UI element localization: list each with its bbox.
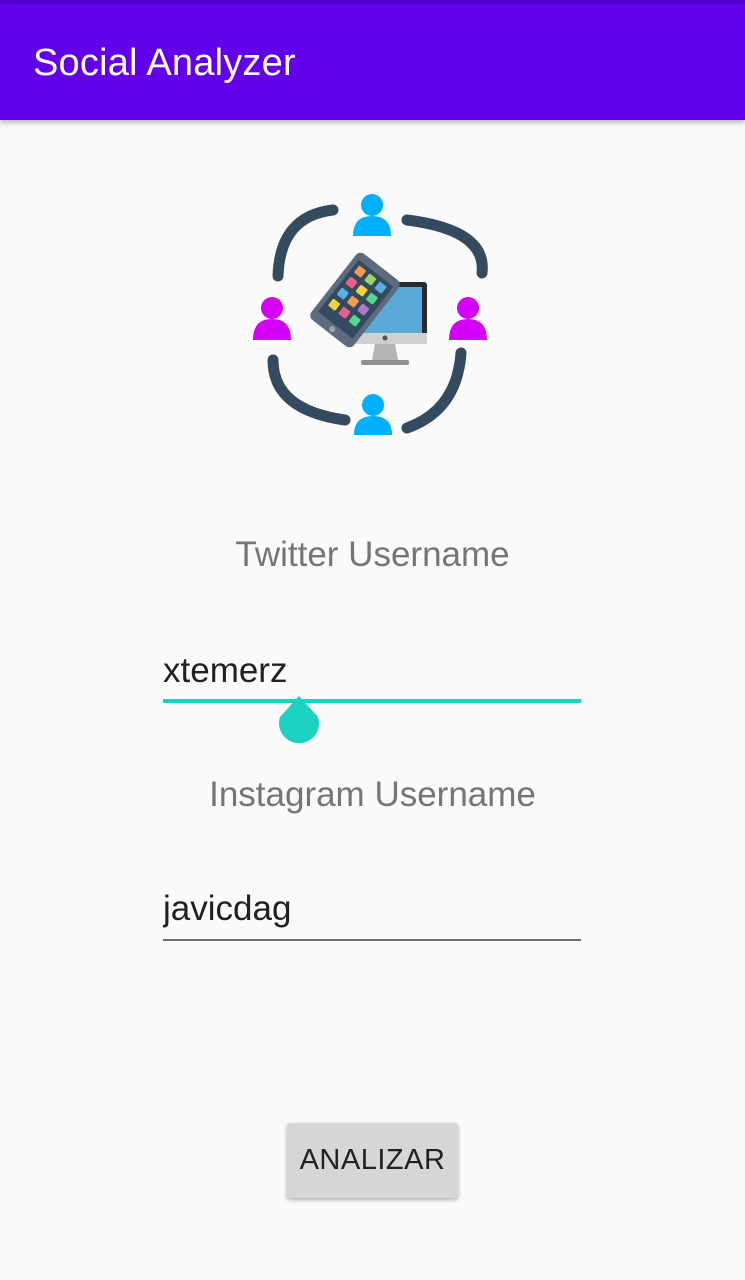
twitter-username-field [163,642,581,706]
analyze-button[interactable]: ANALIZAR [287,1123,458,1198]
app-title: Social Analyzer [33,42,296,84]
app-bar: Social Analyzer [0,4,745,120]
text-cursor-handle[interactable] [278,696,320,746]
instagram-username-input[interactable] [163,880,581,938]
social-network-devices-icon [245,188,500,443]
twitter-field-underline [163,699,581,703]
instagram-username-label: Instagram Username [209,775,536,814]
instagram-username-field [163,880,581,944]
twitter-username-label: Twitter Username [235,535,510,574]
twitter-username-input[interactable] [163,642,581,700]
instagram-field-underline [163,939,581,941]
